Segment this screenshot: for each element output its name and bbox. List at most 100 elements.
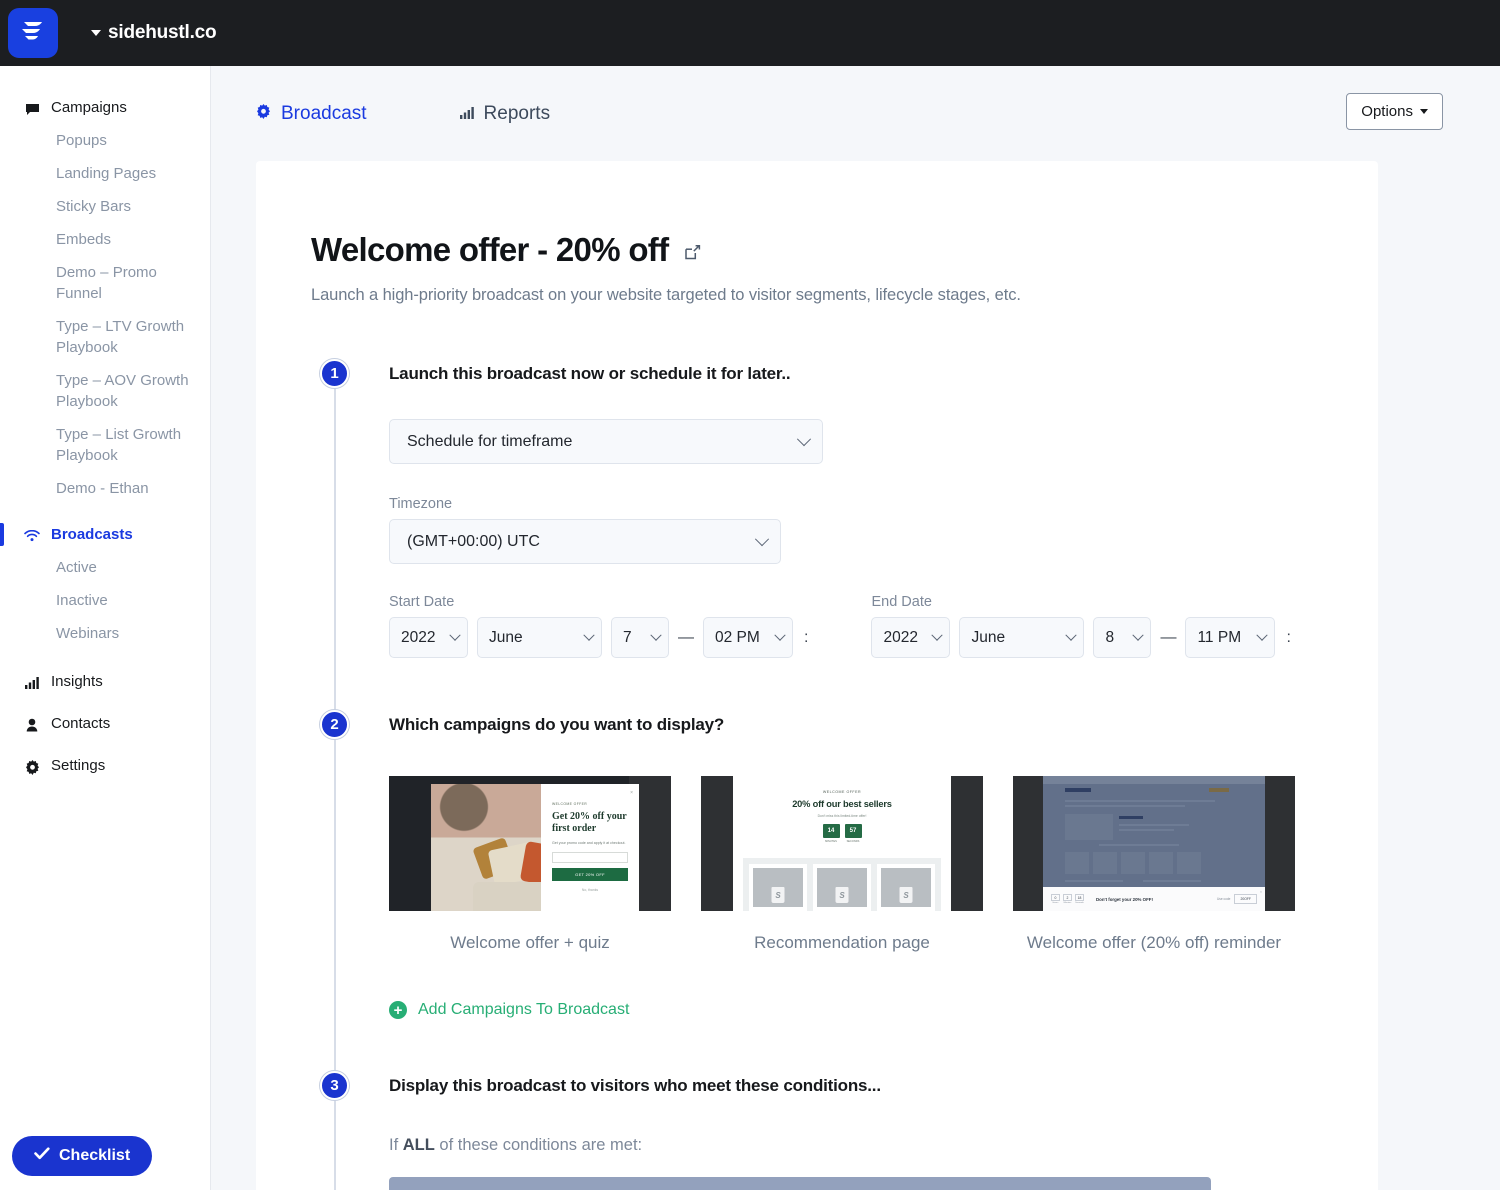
- steps-rail: [334, 373, 336, 1190]
- step-2-title: Which campaigns do you want to display?: [389, 715, 725, 734]
- sidebar-item-inactive[interactable]: Inactive: [0, 584, 210, 617]
- bar-chart-icon: [24, 675, 40, 691]
- countdown-label: SECONDS: [846, 840, 860, 843]
- chevron-down-icon: [754, 531, 770, 546]
- timezone-select[interactable]: (GMT+00:00) UTC: [389, 519, 781, 564]
- end-year-value: 2022: [883, 628, 918, 646]
- chevron-down-icon: [1256, 629, 1269, 641]
- sidebar-item-demo-ethan[interactable]: Demo - Ethan: [0, 472, 210, 505]
- chevron-down-icon: [774, 629, 786, 641]
- step-3: 3 Display this broadcast to visitors who…: [311, 1071, 1323, 1190]
- end-month-select[interactable]: June: [959, 617, 1085, 658]
- tab-broadcast[interactable]: Broadcast: [256, 103, 367, 125]
- sidebar-item-label: Broadcasts: [51, 526, 133, 543]
- sidebar-item-label: Settings: [51, 757, 106, 774]
- campaign-caption: Welcome offer + quiz: [450, 933, 610, 952]
- wifi-icon: [24, 528, 40, 544]
- preview-product-grid: S S S: [743, 858, 941, 911]
- campaign-preview: WELCOME OFFER 20% off our best sellers D…: [701, 776, 983, 911]
- start-year-select[interactable]: 2022: [389, 617, 468, 658]
- start-date-group: Start Date 2022 June 7 — 02 PM:: [389, 594, 808, 658]
- timezone-block: Timezone (GMT+00:00) UTC: [389, 496, 1323, 564]
- end-year-select[interactable]: 2022: [871, 617, 951, 658]
- preview-countdown: 14 MINUTES 57 SECONDS: [733, 824, 951, 843]
- app-logo[interactable]: [8, 8, 58, 58]
- options-button[interactable]: Options: [1346, 93, 1443, 130]
- preview-reminder-bar: × 0 Hours 2 Minutes 18 Seconds Don't for…: [1043, 887, 1265, 911]
- condition-row: If person is an identified contact ✕: [389, 1177, 1323, 1190]
- campaign-caption: Recommendation page: [754, 933, 930, 952]
- step-1: 1 Launch this broadcast now or schedule …: [311, 359, 1323, 658]
- preview-code-value: 20OFF: [1234, 894, 1257, 904]
- bar-chart-icon: [459, 103, 474, 125]
- conditions-intro-bold: ALL: [402, 1136, 435, 1154]
- sidebar-item-campaigns[interactable]: Campaigns: [0, 92, 210, 124]
- sidebar-item-type-aov-growth-playbook[interactable]: Type – AOV Growth Playbook: [0, 364, 210, 418]
- campaign-card-welcome-offer-reminder[interactable]: × 0 Hours 2 Minutes 18 Seconds Don't for…: [1013, 776, 1295, 955]
- workspace-switcher[interactable]: sidehustl.co: [91, 22, 217, 44]
- preview-email-input: [552, 852, 628, 863]
- sidebar-item-contacts[interactable]: Contacts: [0, 708, 210, 740]
- end-date-label: End Date: [871, 594, 932, 610]
- sidebar-item-active[interactable]: Active: [0, 551, 210, 584]
- checklist-button[interactable]: Checklist: [12, 1136, 153, 1176]
- sidebar-item-settings[interactable]: Settings: [0, 750, 210, 782]
- preview-eyebrow: WELCOME OFFER: [822, 790, 862, 794]
- sidebar-item-popups[interactable]: Popups: [0, 124, 210, 157]
- campaign-card-welcome-offer-quiz[interactable]: × WELCOME OFFER Get 20% off your first o…: [389, 776, 671, 955]
- step-2: 2 Which campaigns do you want to display…: [311, 710, 1323, 1019]
- start-day-select[interactable]: 7: [611, 617, 669, 658]
- sidebar-item-landing-pages[interactable]: Landing Pages: [0, 157, 210, 190]
- preview-eyebrow: WELCOME OFFER: [552, 802, 588, 806]
- sidebar-item-type-list-growth-playbook[interactable]: Type – List Growth Playbook: [0, 418, 210, 472]
- preview-code-label: Use code: [1216, 897, 1231, 901]
- sidebar-item-demo-promo-funnel[interactable]: Demo – Promo Funnel: [0, 256, 210, 310]
- chevron-down-icon: [796, 431, 812, 446]
- edit-square-icon[interactable]: [684, 244, 701, 261]
- end-day-select[interactable]: 8: [1093, 617, 1152, 658]
- page-title-row: Welcome offer - 20% off: [311, 231, 1323, 269]
- end-day-value: 8: [1105, 628, 1115, 646]
- steps-container: 1 Launch this broadcast now or schedule …: [311, 359, 1323, 1190]
- sidebar-item-webinars[interactable]: Webinars: [0, 617, 210, 650]
- start-time-colon: :: [804, 628, 809, 646]
- workspace-name: sidehustl.co: [108, 22, 217, 43]
- chevron-down-icon: [583, 629, 595, 641]
- preview-heading: 20% off our best sellers: [792, 799, 892, 809]
- tab-label: Broadcast: [281, 102, 367, 124]
- tab-label: Reports: [483, 102, 551, 124]
- add-campaigns-link[interactable]: + Add Campaigns To Broadcast: [389, 1001, 1323, 1019]
- step-3-title: Display this broadcast to visitors who m…: [389, 1076, 881, 1095]
- end-date-dash: —: [1160, 628, 1177, 646]
- condition-pill[interactable]: If person is an identified contact: [389, 1177, 1211, 1190]
- start-year-value: 2022: [401, 628, 436, 646]
- sidebar-item-sticky-bars[interactable]: Sticky Bars: [0, 190, 210, 223]
- preview-message: Don't forget your 20% OFF!: [1096, 896, 1153, 902]
- shopify-bag-icon: S: [899, 887, 913, 903]
- close-icon: ×: [630, 790, 633, 796]
- sidebar-item-label: Insights: [51, 673, 103, 690]
- sidebar-item-broadcasts[interactable]: Broadcasts: [0, 519, 210, 551]
- start-month-select[interactable]: June: [477, 617, 602, 658]
- preview-decline-link: No, thanks: [581, 888, 599, 892]
- start-time-select[interactable]: 02 PM: [703, 617, 793, 658]
- end-time-value: 11 PM: [1197, 628, 1242, 646]
- sidebar-item-insights[interactable]: Insights: [0, 666, 210, 698]
- schedule-mode-select[interactable]: Schedule for timeframe: [389, 419, 823, 464]
- end-time-select[interactable]: 11 PM: [1185, 617, 1276, 658]
- tab-reports[interactable]: Reports: [459, 102, 551, 125]
- campaign-thumbnails: × WELCOME OFFER Get 20% off your first o…: [389, 776, 1323, 955]
- countdown-value: 57: [844, 824, 862, 838]
- end-time-colon: :: [1286, 628, 1291, 646]
- sidebar-item-embeds[interactable]: Embeds: [0, 223, 210, 256]
- sidebar-item-type-ltv-growth-playbook[interactable]: Type – LTV Growth Playbook: [0, 310, 210, 364]
- wing-logo-icon: [19, 18, 47, 49]
- campaign-card-recommendation-page[interactable]: WELCOME OFFER 20% off our best sellers D…: [701, 776, 983, 955]
- countdown-value: 0: [1051, 894, 1060, 901]
- dates-row: Start Date 2022 June 7 — 02 PM: End Dat…: [389, 594, 1323, 658]
- preview-body: Get your promo code and apply it at chec…: [552, 841, 626, 845]
- conditions-intro: If ALL of these conditions are met:: [389, 1136, 1323, 1155]
- caret-down-icon: [91, 30, 101, 36]
- countdown-value: 14: [822, 824, 840, 838]
- caret-down-icon: [1420, 109, 1428, 114]
